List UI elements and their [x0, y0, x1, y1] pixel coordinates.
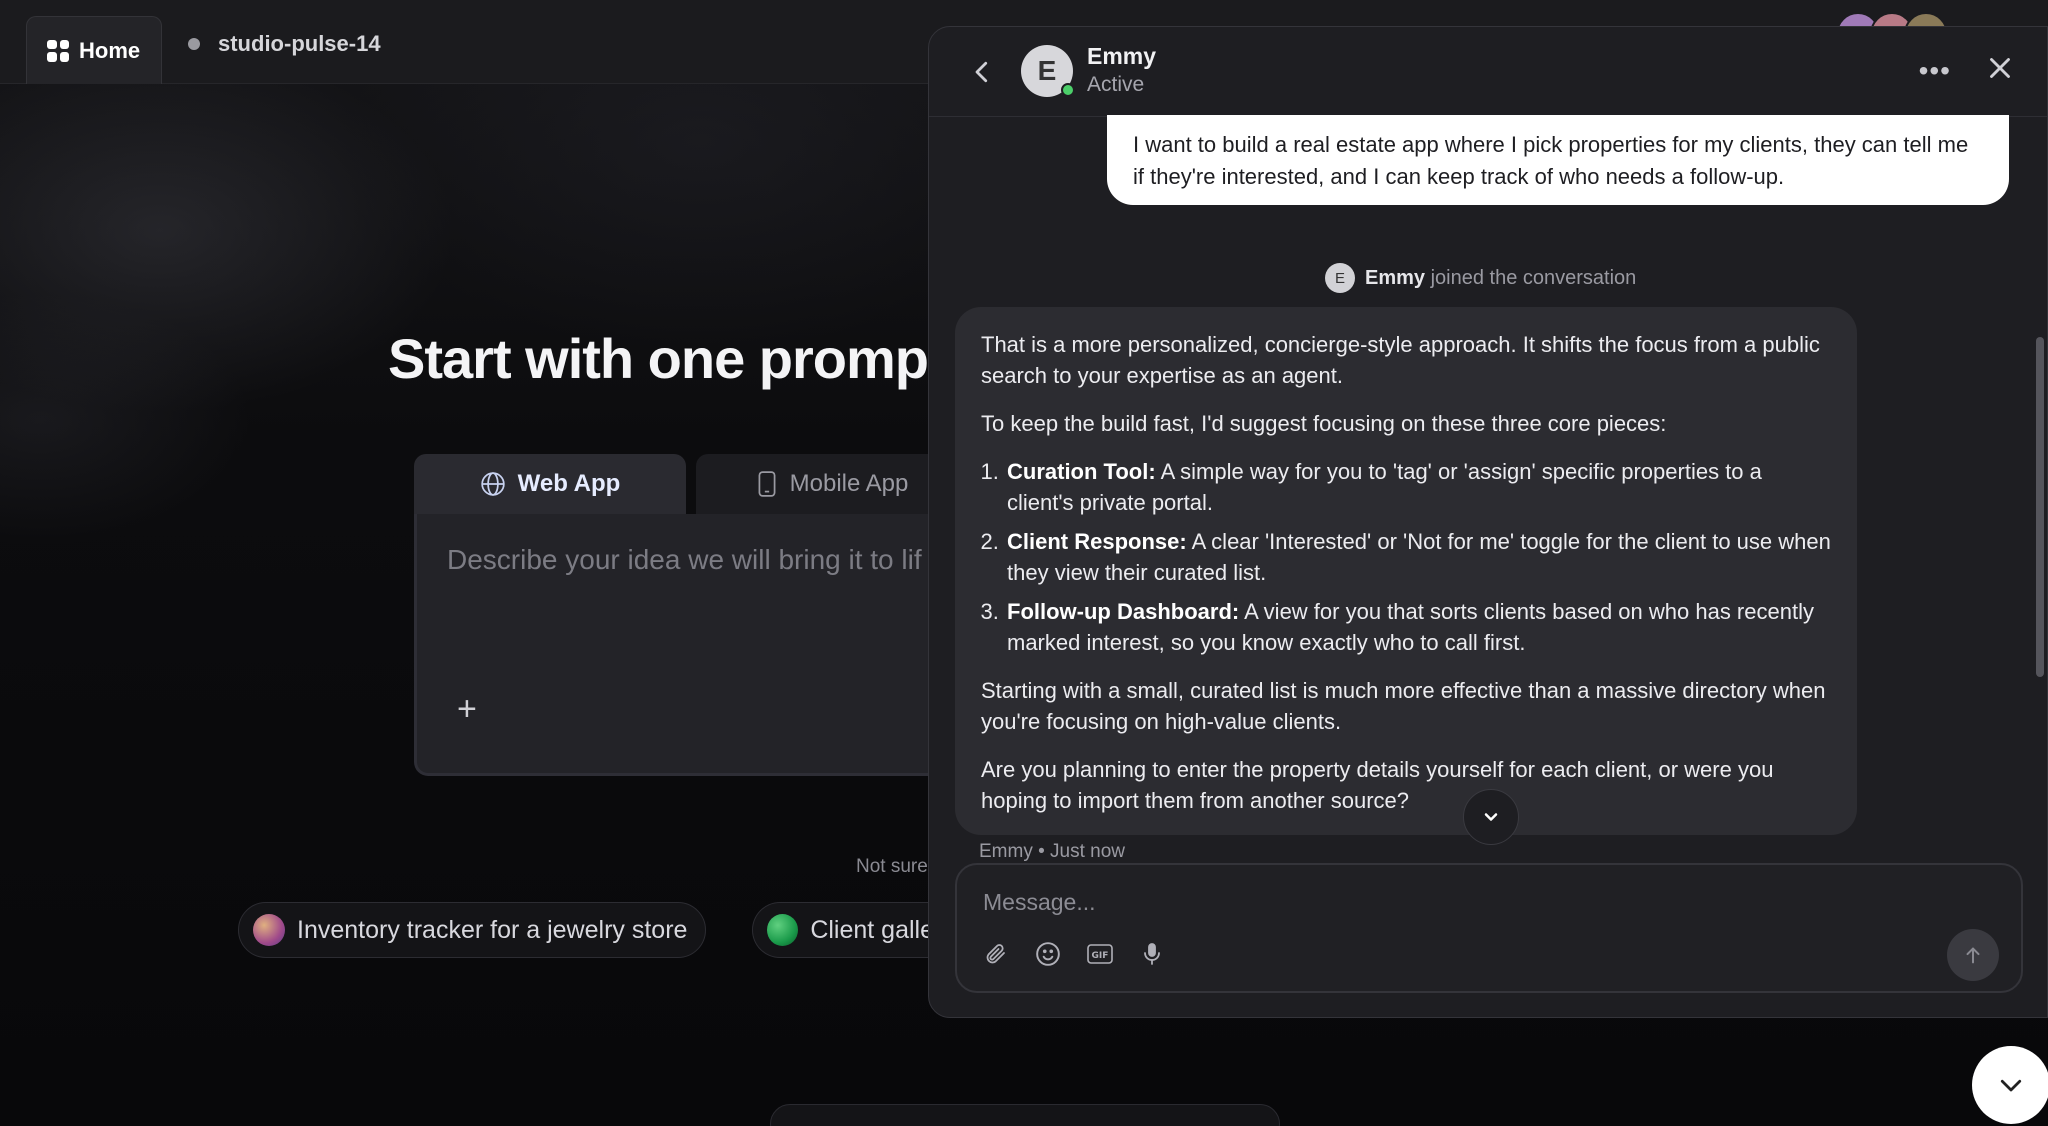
suggestion-chip-label: Client galle — [810, 915, 934, 944]
contact-status: Active — [1087, 73, 1145, 96]
message-paragraph: Are you planning to enter the property d… — [981, 757, 1774, 813]
tab-web-app-label: Web App — [517, 470, 621, 497]
suggestion-chip-label: Inventory tracker for a jewelry store — [297, 915, 688, 944]
gif-icon[interactable]: GIF — [1085, 939, 1115, 969]
chat-panel: E Emmy Active ••• I want to build a real… — [928, 26, 2048, 1018]
send-button[interactable] — [1947, 929, 1999, 981]
chat-header: E Emmy Active ••• — [929, 27, 2047, 117]
close-icon[interactable] — [1983, 51, 2017, 85]
scrollbar[interactable] — [2033, 117, 2047, 907]
tab-web-app[interactable]: Web App — [414, 454, 686, 514]
join-name: Emmy — [1365, 266, 1426, 289]
more-options-icon[interactable]: ••• — [1919, 55, 1951, 87]
chevron-down-icon — [1484, 813, 1498, 821]
back-arrow-icon[interactable] — [967, 57, 997, 87]
chevron-down-icon — [2000, 1079, 2022, 1092]
project-name: studio-pulse-14 — [218, 31, 381, 56]
grid-icon — [47, 39, 69, 62]
avatar: E — [1325, 263, 1355, 293]
emoji-icon[interactable] — [1033, 939, 1063, 969]
message-paragraph: To keep the build fast, I'd suggest focu… — [981, 411, 1667, 436]
scroll-to-bottom-button[interactable] — [1463, 789, 1519, 845]
add-attachment-button[interactable]: + — [457, 690, 477, 729]
message-meta: Emmy • Just now — [979, 841, 1126, 862]
suggestion-icon — [767, 914, 799, 946]
phone-icon — [758, 471, 776, 497]
tab-mobile-app-label: Mobile App — [789, 470, 909, 497]
tab-project[interactable]: studio-pulse-14 — [188, 26, 381, 62]
status-dot-icon — [188, 38, 200, 50]
tab-home-label: Home — [79, 37, 141, 63]
scrollbar-thumb[interactable] — [2036, 337, 2044, 677]
list-item: Follow-up Dashboard: A view for you that… — [1005, 596, 1831, 658]
suggestion-chip[interactable]: Inventory tracker for a jewelry store — [238, 902, 707, 958]
bottom-toolbar — [770, 1104, 1280, 1126]
not-sure-text: Not sure — [856, 856, 928, 877]
suggestion-chip[interactable]: Client galle — [752, 902, 952, 958]
paperclip-icon[interactable] — [981, 939, 1011, 969]
arrow-up-icon — [1966, 947, 1980, 964]
idea-input-placeholder: Describe your idea we will bring it to l… — [447, 544, 922, 575]
message-paragraph: That is a more personalized, concierge-s… — [981, 332, 1820, 388]
svg-text:GIF: GIF — [1092, 951, 1109, 961]
message-input-placeholder: Message... — [983, 889, 1096, 915]
message-input[interactable]: Message... GIF — [955, 863, 2023, 993]
list-item: Client Response: A clear 'Interested' or… — [1005, 526, 1831, 588]
suggestion-list: Curation Tool: A simple way for you to '… — [1005, 456, 1831, 658]
suggestion-icon — [253, 914, 285, 946]
tab-home[interactable]: Home — [26, 16, 162, 84]
join-text: joined the conversation — [1430, 266, 1637, 289]
list-item: Curation Tool: A simple way for you to '… — [1005, 456, 1831, 518]
globe-icon — [480, 472, 505, 496]
contact-name: Emmy — [1087, 43, 1157, 69]
user-message: I want to build a real estate app where … — [1107, 115, 2009, 205]
collapse-chat-button[interactable] — [1972, 1046, 2048, 1124]
assistant-message: That is a more personalized, concierge-s… — [955, 307, 1857, 835]
microphone-icon[interactable] — [1137, 939, 1167, 969]
message-paragraph: Starting with a small, curated list is m… — [981, 678, 1826, 734]
join-notice: E Emmy joined the conversation — [1325, 263, 1636, 293]
hero-title: Start with one prompt. Y — [388, 327, 1011, 390]
online-status-icon — [1061, 83, 1075, 97]
composer-tools: GIF — [981, 939, 1167, 969]
